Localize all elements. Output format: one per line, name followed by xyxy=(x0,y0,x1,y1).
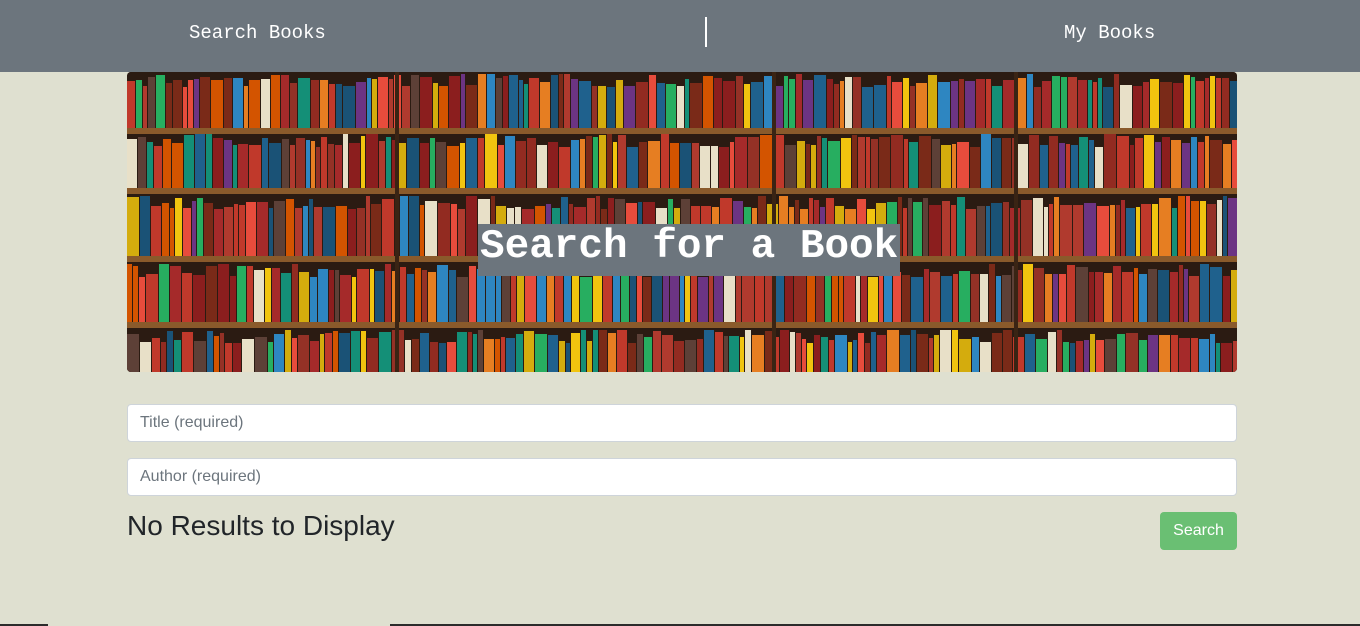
title-input[interactable] xyxy=(127,404,1237,442)
nav-divider xyxy=(705,17,707,47)
nav-search-books-link[interactable]: Search Books xyxy=(189,22,326,44)
author-input[interactable] xyxy=(127,458,1237,496)
hero-banner: Search for a Book xyxy=(127,72,1237,372)
search-button[interactable]: Search xyxy=(1160,512,1237,550)
hero-title: Search for a Book xyxy=(478,224,901,276)
bookshelf-background-image xyxy=(127,72,1237,372)
top-navbar: Search Books My Books xyxy=(0,0,1360,72)
results-heading: No Results to Display xyxy=(127,510,395,541)
nav-my-books-link[interactable]: My Books xyxy=(1064,22,1155,44)
